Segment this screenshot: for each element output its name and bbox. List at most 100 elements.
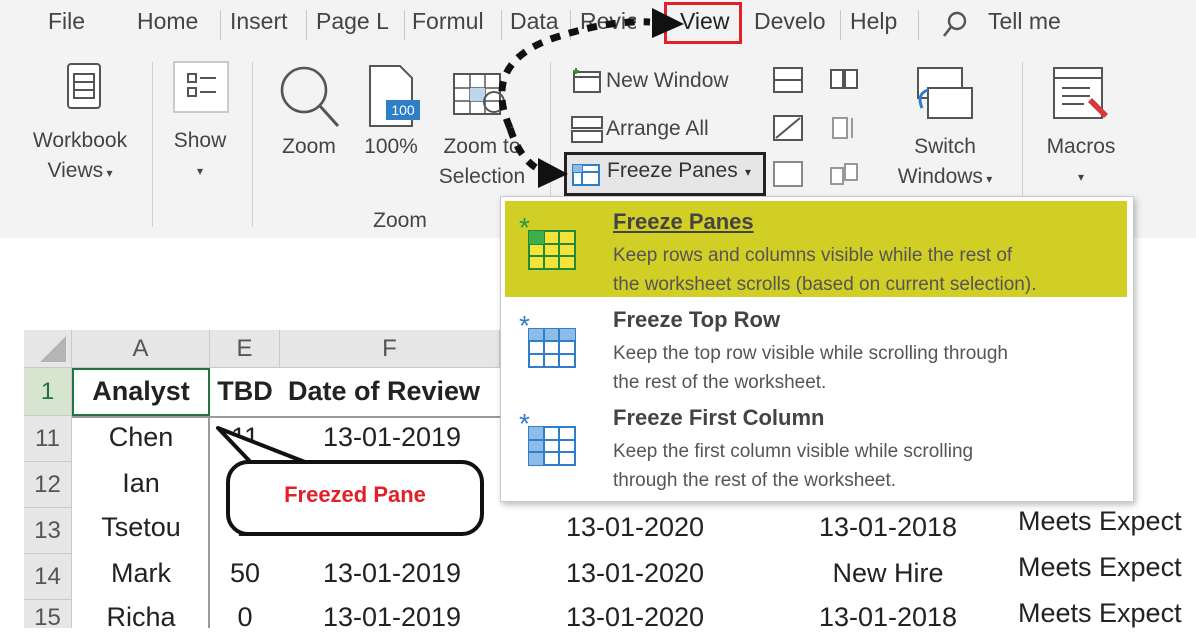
arrow-head-icon: [538, 158, 568, 188]
header-analyst[interactable]: Analyst: [72, 376, 210, 407]
switch-windows-icon: [910, 64, 976, 131]
annotation-arrows: [498, 8, 684, 188]
cell-analyst[interactable]: Richa: [72, 602, 210, 633]
hide-window-icon[interactable]: [772, 114, 804, 147]
tell-me-box[interactable]: Tell me: [988, 8, 1061, 35]
view-side-by-side-icon[interactable]: [828, 66, 860, 99]
switch-windows-line2: Windows: [897, 165, 983, 188]
tab-developer[interactable]: Develo: [754, 8, 826, 35]
arrow-head-icon: [652, 8, 684, 38]
cell-tbd[interactable]: 0: [210, 602, 280, 633]
freeze-top-row-icon: *: [517, 310, 581, 376]
callout-label: Freezed Pane: [284, 482, 426, 507]
dropdown-arrow-icon: ▾: [745, 165, 752, 179]
row-header-14[interactable]: 14: [24, 554, 72, 600]
menu-item-description-line: Keep rows and columns visible while the …: [613, 245, 1013, 266]
header-tbd[interactable]: TBD: [210, 376, 280, 407]
tab-file[interactable]: File: [48, 8, 85, 35]
menu-item-description: Keep rows and columns visible while the …: [613, 241, 1133, 299]
split-icon[interactable]: [772, 66, 804, 99]
tab-page-layout[interactable]: Page L: [316, 8, 400, 35]
dropdown-arrow-icon: ▾: [1077, 170, 1085, 184]
macros-label: Macros: [1046, 135, 1116, 158]
zoom-100-icon: 100: [366, 64, 424, 135]
cell-analyst[interactable]: Chen: [72, 422, 210, 453]
workbook-views-label-line1: Workbook: [32, 129, 128, 152]
cell-date[interactable]: 13-01-2020: [540, 512, 730, 543]
column-header-f[interactable]: F: [280, 330, 500, 368]
freezed-pane-callout: Freezed Pane: [226, 460, 484, 536]
menu-item-description-line: the rest of the worksheet.: [613, 372, 827, 393]
cell-date[interactable]: 13-01-2020: [540, 558, 730, 589]
magnifier-icon: [278, 64, 342, 135]
column-header-a[interactable]: A: [72, 330, 210, 368]
cell-rating[interactable]: Meets Expect: [1018, 506, 1196, 537]
dropdown-arrow-icon: ▾: [103, 166, 113, 180]
row-header-12[interactable]: 12: [24, 462, 72, 508]
freeze-panes-icon: *: [517, 212, 581, 278]
zoom-group-label: Zoom: [373, 209, 427, 232]
workbook-views-icon: [64, 62, 104, 117]
menu-item-title: Freeze Top Row: [613, 307, 781, 332]
menu-item-freeze-panes[interactable]: * Freeze Panes Keep rows and columns vis…: [505, 201, 1127, 297]
cell-date[interactable]: 13-01-2018: [790, 602, 986, 633]
menu-item-description-line: the worksheet scrolls (based on current …: [613, 274, 1037, 295]
cell-date[interactable]: 13-01-2020: [540, 602, 730, 633]
tab-help[interactable]: Help: [850, 8, 897, 35]
column-header-e[interactable]: E: [210, 330, 280, 368]
zoom-100-button[interactable]: 100%: [356, 132, 426, 162]
dropdown-arrow-icon: ▾: [982, 172, 993, 186]
cell-analyst[interactable]: Tsetou: [72, 512, 210, 543]
show-icon: [172, 60, 230, 119]
cell-rating[interactable]: Meets Expect: [1018, 552, 1196, 583]
reset-window-position-icon[interactable]: [828, 160, 860, 193]
workbook-views-label-line2: Views: [47, 159, 104, 182]
switch-windows-button[interactable]: Switch Windows ▾: [884, 132, 1006, 194]
cell-tbd[interactable]: 50: [210, 558, 280, 589]
menu-item-description-line: through the rest of the worksheet.: [613, 470, 897, 491]
cell-analyst[interactable]: Mark: [72, 558, 210, 589]
cell-date-of-review[interactable]: 13-01-2019: [280, 558, 504, 589]
row-header-15[interactable]: 15: [24, 600, 72, 631]
menu-item-freeze-top-row[interactable]: * Freeze Top Row Keep the top row visibl…: [505, 301, 1127, 397]
show-button[interactable]: Show ▾: [160, 126, 240, 186]
zoom-button[interactable]: Zoom: [268, 132, 350, 162]
tab-divider: [404, 10, 405, 40]
tab-home[interactable]: Home: [137, 8, 198, 35]
dropdown-arrow-icon: ▾: [196, 164, 204, 178]
macros-icon: [1050, 64, 1112, 131]
menu-item-description-line: Keep the top row visible while scrolling…: [613, 343, 1008, 364]
cell-analyst[interactable]: Ian: [72, 468, 210, 499]
workbook-views-button[interactable]: Workbook Views ▾: [18, 126, 142, 188]
menu-item-title: Freeze First Column: [613, 405, 825, 430]
cell-date-of-review[interactable]: 13-01-2019: [280, 602, 504, 633]
row-header-11[interactable]: 11: [24, 416, 72, 462]
tab-divider: [306, 10, 307, 40]
freeze-first-column-icon: *: [517, 408, 581, 474]
switch-windows-line1: Switch: [914, 135, 976, 158]
zoom-100-badge-text: 100: [391, 102, 415, 118]
freeze-panes-menu: * Freeze Panes Keep rows and columns vis…: [500, 196, 1134, 502]
tab-divider: [918, 10, 919, 40]
cell-rating[interactable]: Meets Expect: [1018, 598, 1196, 629]
row-header-1[interactable]: 1: [24, 368, 72, 416]
menu-item-freeze-first-column[interactable]: * Freeze First Column Keep the first col…: [505, 399, 1127, 495]
tab-divider: [220, 10, 221, 40]
tab-insert[interactable]: Insert: [230, 8, 288, 35]
menu-item-description: Keep the top row visible while scrolling…: [613, 339, 1133, 397]
select-all-corner[interactable]: [24, 330, 72, 368]
macros-button[interactable]: Macros ▾: [1036, 132, 1126, 192]
menu-item-description-line: Keep the first column visible while scro…: [613, 441, 974, 462]
menu-item-title: Freeze Panes: [613, 209, 754, 234]
header-date-of-review[interactable]: Date of Review: [280, 376, 512, 407]
cell-date[interactable]: New Hire: [790, 558, 986, 589]
row-header-13[interactable]: 13: [24, 508, 72, 554]
tab-divider: [840, 10, 841, 40]
search-icon[interactable]: [942, 11, 968, 44]
synchronous-scrolling-icon[interactable]: [828, 114, 860, 147]
unhide-window-icon[interactable]: [772, 160, 804, 193]
group-divider: [252, 62, 253, 227]
group-divider: [152, 62, 153, 227]
cell-date[interactable]: 13-01-2018: [790, 512, 986, 543]
menu-item-description: Keep the first column visible while scro…: [613, 437, 1133, 495]
